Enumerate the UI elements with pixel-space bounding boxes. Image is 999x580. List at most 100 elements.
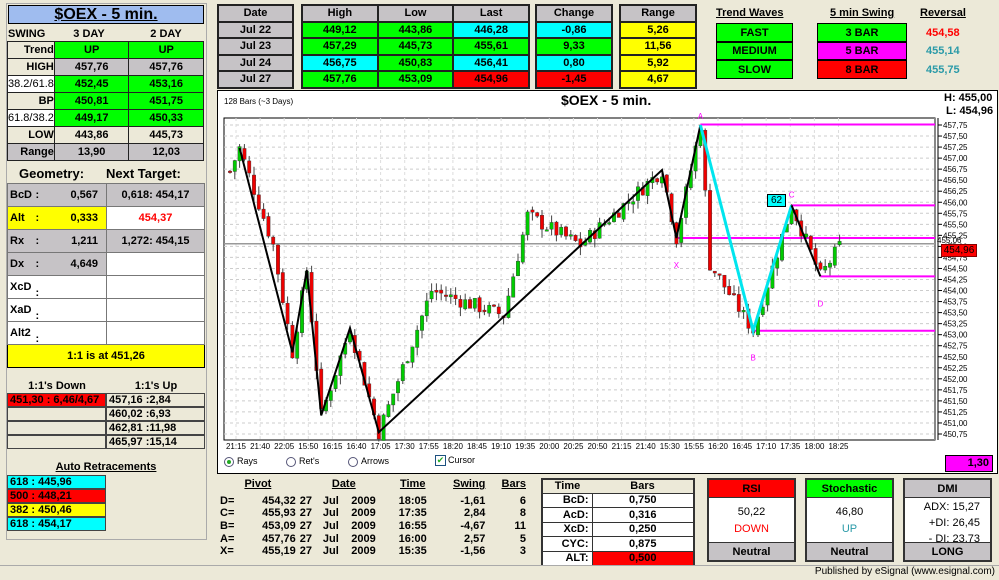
refs-label: Ret's: [299, 456, 320, 466]
candle: [252, 174, 256, 195]
x-tick-label: 22:05: [274, 442, 295, 451]
y-tick-label: 453,75: [943, 298, 968, 307]
x-tick-label: 17:35: [780, 442, 801, 451]
pivot-cell: 5: [519, 532, 526, 545]
candle: [415, 329, 420, 348]
pivot-cell: 2,57: [463, 532, 486, 545]
header-bars: Bars: [501, 478, 526, 491]
y-tick-label: 450,75: [943, 430, 968, 439]
y-tick-label: 456,50: [943, 176, 968, 185]
y-tick-label: 453,25: [943, 320, 968, 329]
time-bars-row: CYC: 0,875: [541, 536, 695, 552]
pivot-cell: 457,76: [262, 532, 296, 545]
y-tick-label: 456,00: [943, 198, 968, 207]
checkmark-icon: ✔: [435, 455, 446, 467]
candle: [410, 346, 415, 363]
pivot-cell: 27: [299, 494, 313, 507]
x-tick-label: 21:15: [612, 442, 633, 451]
x-tick-label: 19:35: [515, 442, 536, 451]
y-tick-label: 452,75: [943, 342, 968, 351]
candle: [448, 294, 453, 298]
header-swing: Swing: [453, 478, 486, 491]
pivot-cell: 6: [519, 494, 526, 507]
candle: [708, 190, 712, 271]
candle: [727, 286, 732, 295]
candle: [525, 211, 530, 236]
rays-radio[interactable]: Rays: [224, 456, 258, 467]
candle: [828, 262, 832, 268]
time-bars-row: XcD: 0,250: [541, 521, 695, 537]
radio-selected-icon: [224, 456, 234, 467]
y-tick-label: 454,50: [943, 264, 968, 273]
rsi-panel: RSI 50,22 DOWN Neutral: [707, 478, 796, 562]
cursor-checkbox[interactable]: ✔ Cursor: [435, 455, 476, 467]
pivot-cell: 2009: [351, 494, 376, 507]
dmi-status: LONG: [905, 542, 990, 560]
x-tick-label: 20:00: [539, 442, 560, 451]
candle: [487, 305, 492, 314]
pivot-cell: 18:05: [398, 494, 427, 507]
pivot-cell: Jul: [322, 545, 339, 558]
candle: [496, 306, 501, 315]
x-tick-label: 15:55: [684, 442, 705, 451]
pivot-cell: -1,61: [460, 494, 486, 507]
dmi-plus-di: +DI: 26,45: [928, 517, 980, 529]
candle: [405, 361, 410, 364]
candle: [549, 222, 554, 230]
last-price-tag: 454,96: [941, 244, 977, 257]
candle: [434, 290, 439, 293]
stochastic-status: Neutral: [807, 542, 892, 560]
candle: [429, 290, 434, 300]
ratio-label: XcD:: [541, 521, 593, 537]
pivot-label-d: D: [818, 299, 824, 308]
candle: [832, 246, 837, 266]
pivot-cell: D=: [220, 494, 235, 507]
time-bars-row: BcD: 0,750: [541, 492, 695, 508]
x-tick-label: 21:15: [226, 442, 247, 451]
arrows-label: Arrows: [361, 456, 390, 466]
candle: [261, 208, 266, 219]
y-tick-label: 451,50: [943, 397, 968, 406]
candle: [424, 300, 429, 317]
time-bars-row: ALT: 0,500: [541, 550, 695, 566]
ratio-label: BcD:: [541, 492, 593, 508]
pivot-cell: 2009: [351, 520, 376, 533]
x-tick-label: 15:50: [298, 442, 319, 451]
candle: [736, 294, 741, 312]
pivot-cell: B=: [220, 520, 235, 533]
pivot-cell: 2009: [351, 545, 376, 558]
candle: [573, 234, 578, 241]
ratio-value: 0,316: [591, 507, 695, 523]
rays-label: Rays: [237, 456, 258, 466]
time-bars-row: AcD: 0,316: [541, 507, 695, 523]
candle: [477, 297, 482, 313]
candle: [530, 209, 535, 213]
y-tick-label: 453,50: [943, 309, 968, 318]
pivot-cell: A=: [220, 532, 235, 545]
candle: [837, 241, 842, 246]
candle: [463, 299, 468, 310]
y-tick-label: 456,75: [943, 165, 968, 174]
y-tick-label: 456,25: [943, 187, 968, 196]
pivot-cell: Jul: [322, 520, 339, 533]
candle: [232, 160, 237, 172]
pivot-table: Pivot Date Time Swing Bars D= 454,32 27 Jul…: [218, 478, 528, 558]
rsi-direction: DOWN: [734, 523, 769, 535]
candle: [712, 270, 717, 274]
candle: [420, 315, 424, 331]
arrows-radio[interactable]: Arrows: [348, 456, 389, 467]
candle: [732, 293, 736, 296]
x-tick-label: 20:50: [587, 442, 608, 451]
stochastic-value: 46,80: [835, 506, 864, 518]
radio-icon: [286, 456, 296, 467]
rsi-title: RSI: [709, 480, 794, 498]
candle: [285, 302, 290, 325]
candle: [468, 299, 472, 309]
pivot-label-x: X: [674, 261, 680, 270]
candle: [741, 310, 746, 313]
pivot-cell: 11: [514, 520, 526, 533]
x-tick-label: 21:40: [636, 442, 657, 451]
cursor-label: Cursor: [448, 455, 476, 465]
refs-radio[interactable]: Ret's: [286, 456, 319, 467]
candle: [564, 226, 568, 237]
